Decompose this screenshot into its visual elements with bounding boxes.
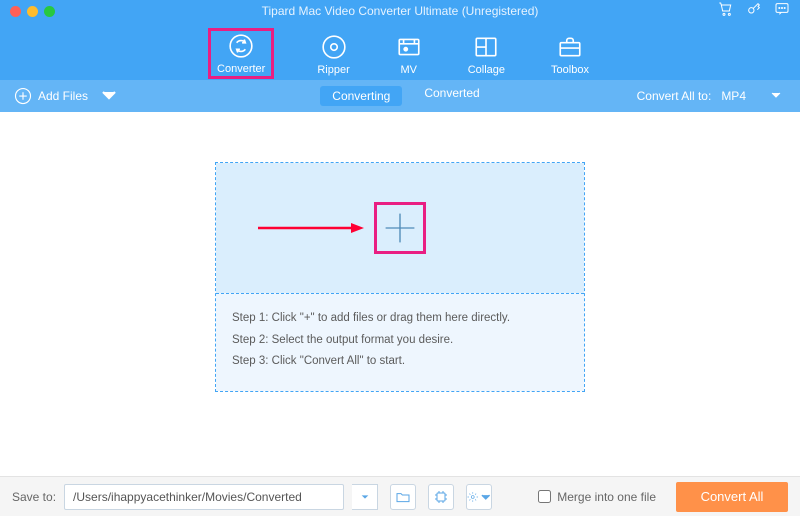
main-canvas: Step 1: Click "+" to add files or drag t… xyxy=(0,112,800,442)
add-files-label: Add Files xyxy=(38,89,88,103)
chip-icon xyxy=(433,489,449,505)
add-files-plus-button[interactable] xyxy=(374,202,426,254)
tab-converter[interactable]: Converter xyxy=(211,31,271,76)
app-title: Tipard Mac Video Converter Ultimate (Unr… xyxy=(0,4,800,18)
header-bar: Tipard Mac Video Converter Ultimate (Unr… xyxy=(0,0,800,80)
tab-label: Converter xyxy=(217,63,265,75)
open-folder-button[interactable] xyxy=(390,484,416,510)
step-1-text: Step 1: Click "+" to add files or drag t… xyxy=(232,308,568,330)
tab-mv[interactable]: MV xyxy=(396,34,422,76)
step-2-text: Step 2: Select the output format you des… xyxy=(232,330,568,352)
window-controls xyxy=(10,6,55,17)
collage-icon xyxy=(473,34,499,60)
toolbox-icon xyxy=(557,34,583,60)
converter-icon xyxy=(228,33,254,59)
status-tab-converted[interactable]: Converted xyxy=(424,86,479,106)
mv-icon xyxy=(396,34,422,60)
tab-toolbox[interactable]: Toolbox xyxy=(551,34,589,76)
maximize-window-button[interactable] xyxy=(44,6,55,17)
feedback-icon[interactable] xyxy=(774,1,790,22)
sub-toolbar: Add Files Converting Converted Convert A… xyxy=(0,80,800,112)
save-path-field[interactable]: /Users/ihappyacethinker/Movies/Converted xyxy=(64,484,344,510)
instructions-panel: Step 1: Click "+" to add files or drag t… xyxy=(216,293,584,392)
folder-icon xyxy=(395,489,411,505)
merge-checkbox[interactable]: Merge into one file xyxy=(538,490,656,504)
drop-zone-top xyxy=(216,163,584,293)
output-format-select[interactable]: MP4 xyxy=(721,89,782,104)
ripper-icon xyxy=(321,34,347,60)
drop-zone[interactable]: Step 1: Click "+" to add files or drag t… xyxy=(215,162,585,393)
hardware-accel-button[interactable] xyxy=(428,484,454,510)
merge-checkbox-input[interactable] xyxy=(538,490,551,503)
footer-bar: Save to: /Users/ihappyacethinker/Movies/… xyxy=(0,476,800,516)
arrow-annotation-icon xyxy=(256,223,366,243)
output-format-value: MP4 xyxy=(721,89,746,103)
tab-label: Collage xyxy=(468,64,505,76)
status-tab-converting[interactable]: Converting xyxy=(320,86,402,106)
settings-button[interactable] xyxy=(466,484,492,510)
tab-ripper[interactable]: Ripper xyxy=(317,34,349,76)
gear-icon xyxy=(467,489,479,505)
convert-all-to-label: Convert All to: xyxy=(637,89,712,103)
plus-icon xyxy=(382,210,418,246)
save-path-dropdown[interactable] xyxy=(352,484,378,510)
merge-label: Merge into one file xyxy=(557,490,656,504)
chevron-down-icon xyxy=(770,89,782,104)
add-files-button[interactable]: Add Files xyxy=(0,86,118,107)
plus-circle-icon xyxy=(14,87,32,105)
title-bar: Tipard Mac Video Converter Ultimate (Unr… xyxy=(0,0,800,22)
save-to-label: Save to: xyxy=(12,490,56,504)
cart-icon[interactable] xyxy=(718,1,734,22)
close-window-button[interactable] xyxy=(10,6,21,17)
step-3-text: Step 3: Click "Convert All" to start. xyxy=(232,351,568,373)
tab-label: Ripper xyxy=(317,64,349,76)
tab-label: MV xyxy=(400,64,417,76)
minimize-window-button[interactable] xyxy=(27,6,38,17)
convert-all-button[interactable]: Convert All xyxy=(676,482,788,512)
main-tabs: Converter Ripper MV Collage Toolbox xyxy=(0,22,800,80)
tab-label: Toolbox xyxy=(551,64,589,76)
chevron-down-icon xyxy=(100,86,118,107)
tab-collage[interactable]: Collage xyxy=(468,34,505,76)
key-icon[interactable] xyxy=(746,1,762,22)
